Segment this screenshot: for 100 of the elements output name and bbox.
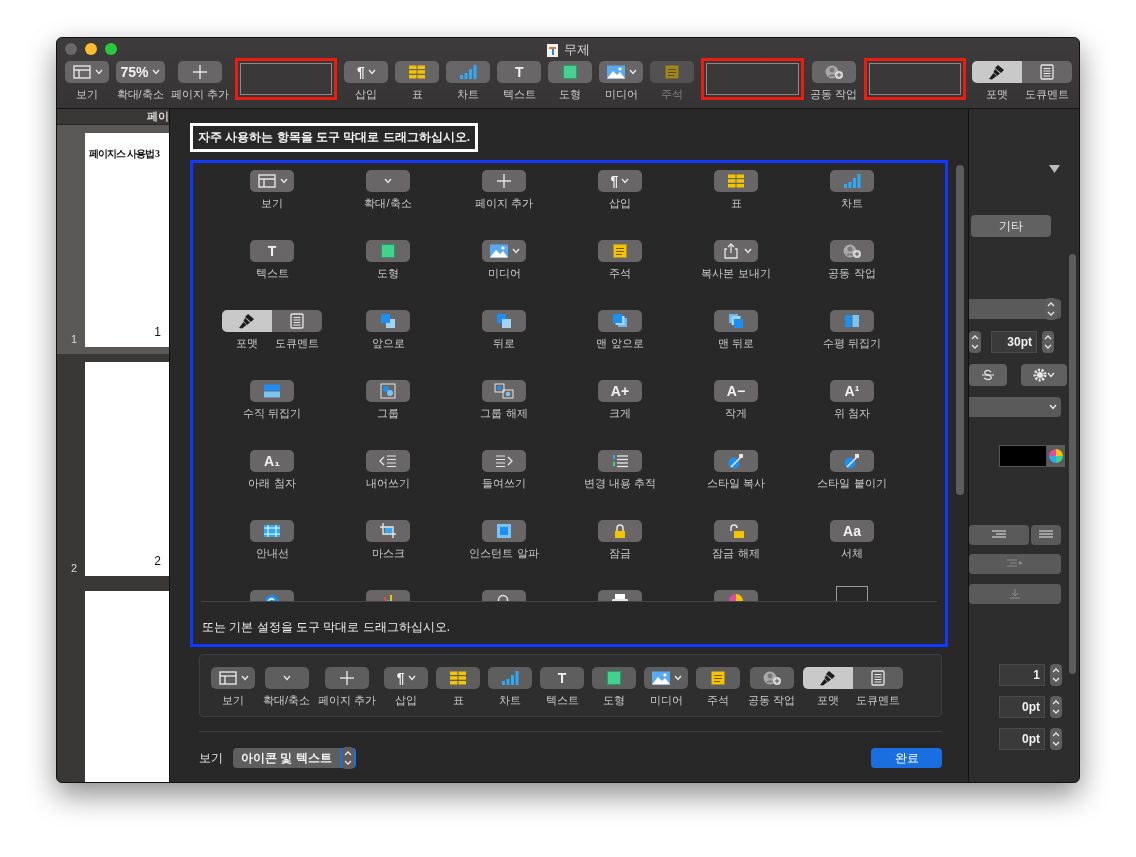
show-popup[interactable]: 아이콘 및 텍스트 [233,748,356,768]
toolbar-button[interactable] [714,450,758,472]
toolbar-button[interactable] [714,310,758,332]
stepper-icon[interactable] [1042,331,1054,353]
page-thumbnail[interactable]: 2 [85,362,169,576]
toolbar-button[interactable] [830,170,874,192]
toolbar-button[interactable] [366,520,410,542]
toolbar-button[interactable] [714,170,758,192]
justify-button[interactable] [1031,525,1061,545]
stepper-icon[interactable] [341,747,354,769]
toolbar-label: 차트 [457,87,480,102]
number-field[interactable]: 0pt [999,728,1045,750]
page-thumbnail[interactable] [85,591,169,782]
toolbar-button[interactable] [598,520,642,542]
scrollbar[interactable] [956,165,964,495]
toolbar-dropdown[interactable] [644,667,689,689]
toolbar-dropdown[interactable]: ¶ [598,170,642,192]
toolbar-button[interactable] [366,240,410,262]
toolbar-dropdown[interactable] [250,170,294,192]
toolbar-button[interactable] [598,310,642,332]
document-tab[interactable] [1021,61,1072,83]
guides-icon [262,523,282,539]
toolbar-dropdown[interactable] [599,61,644,83]
stepper-icon[interactable] [1050,664,1062,686]
toolbar-button[interactable]: A₁ [250,450,294,472]
document-tab[interactable] [853,667,904,689]
page-number: 2 [69,562,77,576]
color-wheel-icon[interactable] [1047,445,1065,467]
toolbar-button[interactable] [366,310,410,332]
toolbar-button[interactable] [482,450,526,472]
toolbar-button[interactable]: A− [714,380,758,402]
color-well[interactable] [999,445,1047,467]
toolbar-button[interactable] [446,61,491,83]
layout-icon [256,173,277,189]
default-toolbar-set[interactable]: 보기 확대/축소 페이지 추가 ¶ 삽입 표 차트 T 텍스트 도형 미디어 주석 공동 작업 포맷 도큐멘트 [199,654,942,717]
size-field[interactable]: 30pt [991,331,1037,353]
toolbar-button[interactable]: A¹ [830,380,874,402]
stepper-icon[interactable] [1050,728,1062,750]
toolbar-button[interactable] [177,61,222,83]
page-thumbnail[interactable]: 페이지스 사용법 3 1 [85,133,169,347]
scrollbar[interactable] [1069,254,1076,674]
toolbar-button[interactable] [395,61,440,83]
toolbar-dropdown[interactable]: ¶ [384,667,429,689]
stepper-icon[interactable] [1045,298,1057,320]
toolbar-button[interactable] [811,61,856,83]
toolbar-label: 주석 [661,87,684,102]
gear-button[interactable] [1021,364,1067,386]
done-button[interactable]: 완료 [871,748,942,768]
toolbar-button[interactable] [696,667,741,689]
toolbar-button[interactable] [250,520,294,542]
number-field[interactable]: 1 [999,664,1045,686]
number-field[interactable]: 0pt [999,696,1045,718]
toolbar-button[interactable] [436,667,481,689]
toolbar-button[interactable] [482,520,526,542]
toolbar-button[interactable] [714,520,758,542]
table-icon [407,64,428,80]
minimize-button[interactable] [85,42,97,55]
format-tab[interactable] [803,667,854,689]
toolbar-button[interactable] [325,667,370,689]
toolbar-button[interactable] [598,240,642,262]
toolbar-button[interactable]: A+ [598,380,642,402]
toolbar-button[interactable] [598,450,642,472]
disclosure-triangle-icon[interactable] [1049,165,1060,173]
toolbar-button[interactable] [482,170,526,192]
zoom-button[interactable] [105,42,117,55]
toolbar-button[interactable] [488,667,533,689]
toolbar-button[interactable]: Aa [830,520,874,542]
toolbar-button[interactable] [830,450,874,472]
inspector-tab[interactable]: 기타 [971,215,1051,237]
toolbar-dropdown[interactable] [65,61,109,83]
toolbar-button[interactable] [366,450,410,472]
format-tab[interactable] [222,310,272,332]
align-right-button[interactable] [969,525,1029,545]
stepper-icon[interactable] [1050,696,1062,718]
toolbar-dropdown[interactable] [714,240,758,262]
toolbar-button[interactable] [830,240,874,262]
toolbar-button[interactable] [592,667,637,689]
toolbar-label: 확대/축소 [263,693,311,708]
toolbar-dropdown[interactable] [482,240,526,262]
stepper-icon[interactable] [969,331,981,353]
sidebar-header: 페이 [147,109,169,124]
toolbar-dropdown[interactable] [211,667,255,689]
toolbar-button[interactable] [749,667,794,689]
toolbar-button[interactable]: T [497,61,542,83]
toolbar-button[interactable]: T [250,240,294,262]
toolbar-dropdown[interactable]: ¶ [344,61,389,83]
toolbar-dropdown[interactable]: 75% [115,61,165,83]
ungroup-icon [494,383,514,399]
toolbar-button[interactable] [548,61,593,83]
strikethrough-button[interactable] [969,364,1007,386]
toolbar-button[interactable] [250,380,294,402]
toolbar-button[interactable] [366,380,410,402]
toolbar-label: 확대/축소 [364,196,412,211]
toolbar-button[interactable]: T [540,667,585,689]
toolbar-button[interactable] [482,380,526,402]
page-thumbnail-row[interactable]: 2 2 [57,354,169,583]
page-thumbnail-row[interactable]: 1 페이지스 사용법 3 1 [57,125,169,354]
toolbar-button[interactable] [482,310,526,332]
toolbar-button[interactable] [830,310,874,332]
format-tab[interactable] [971,61,1022,83]
